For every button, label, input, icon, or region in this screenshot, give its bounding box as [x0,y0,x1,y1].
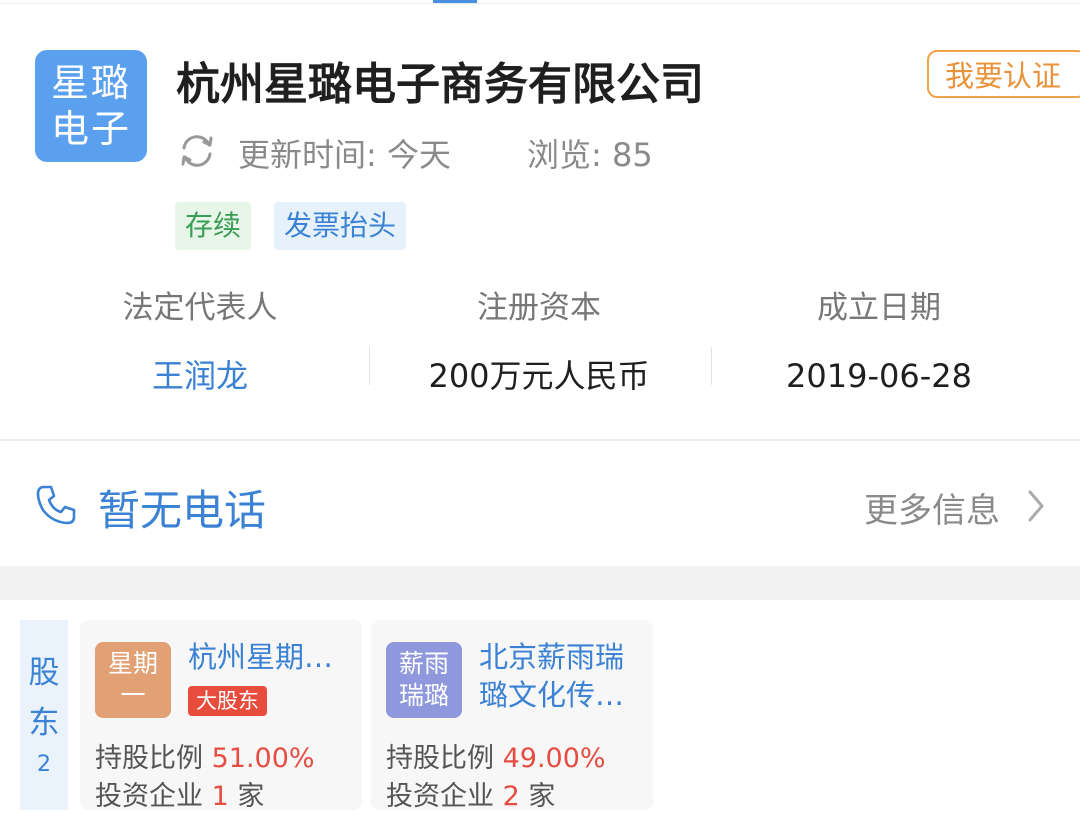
company-logo-line2: 电子 [50,107,131,151]
more-info-link[interactable]: 更多信息 [864,483,1000,532]
certify-button[interactable]: 我要认证 [927,50,1080,98]
shareholder-logo: 薪雨 瑞璐 [386,642,462,718]
shareholders-tab-label-1: 股 [28,655,60,691]
founded-value: 2019-06-28 [786,357,972,395]
share-ratio: 持股比例 51.00% [95,736,315,775]
shareholder-name[interactable]: 杭州星期… [188,638,360,676]
shareholder-logo: 星期 一 [95,642,171,718]
shareholder-card[interactable]: 薪雨 瑞璐 北京薪雨瑞璐文化传… 持股比例 49.00% 投资企业 2 家 [371,620,653,813]
shareholders-tab-label-2: 东 [28,705,60,741]
share-ratio: 持股比例 49.00% [386,736,606,775]
company-logo: 星璐 电子 [35,50,147,162]
shareholder-logo-line2: 一 [120,681,146,710]
refresh-icon[interactable] [176,130,218,172]
update-time: 更新时间: 今天 [238,136,451,174]
share-ratio-label: 持股比例 [386,743,494,774]
share-ratio-value: 49.00% [502,743,606,774]
shareholder-name[interactable]: 北京薪雨瑞璐文化传… [479,638,651,714]
founded-label: 成立日期 [817,290,941,326]
legal-rep-value[interactable]: 王润龙 [30,353,370,399]
top-divider [0,3,1080,4]
invoice-title-tag[interactable]: 发票抬头 [274,202,407,250]
section-gap [0,566,1080,600]
legal-rep-label: 法定代表人 [122,290,278,326]
founded-column: 成立日期 2019-06-28 [709,285,1049,399]
company-name: 杭州星璐电子商务有限公司 [176,59,704,110]
company-logo-line1: 星璐 [50,61,131,105]
share-ratio-value: 51.00% [211,743,315,774]
shareholders-count: 2 [37,752,51,777]
chevron-right-icon[interactable] [1022,486,1050,526]
shareholders-tab[interactable]: 股 东 2 [20,620,68,810]
shareholder-logo-line1: 薪雨 [398,649,449,678]
phone-status[interactable]: 暂无电话 [98,477,266,538]
view-count: 浏览: 85 [527,136,653,174]
share-ratio-label: 持股比例 [95,743,203,774]
section-divider [0,439,1080,441]
status-badge: 存续 [175,202,252,250]
shareholder-logo-line2: 瑞璐 [398,681,449,710]
major-shareholder-badge: 大股东 [188,686,267,716]
capital-value: 200万元人民币 [428,357,650,395]
phone-icon[interactable] [34,483,78,527]
shareholder-logo-line1: 星期 [107,649,158,678]
invested-companies: 投资企业 1 家 [95,774,264,813]
shareholder-card[interactable]: 星期 一 杭州星期… 大股东 持股比例 51.00% 投资企业 1 家 [80,620,362,813]
legal-rep-column: 法定代表人 王润龙 [30,285,370,399]
capital-label: 注册资本 [477,290,601,326]
invested-companies: 投资企业 2 家 [386,774,555,813]
capital-column: 注册资本 200万元人民币 [369,285,709,399]
